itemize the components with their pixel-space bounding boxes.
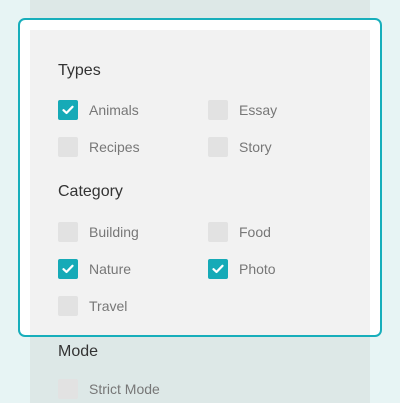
option-label: Food xyxy=(239,224,271,240)
option-travel[interactable]: Travel xyxy=(58,296,127,316)
option-label: Recipes xyxy=(89,139,140,155)
option-label: Animals xyxy=(89,102,139,118)
check-icon xyxy=(62,105,74,115)
option-label: Essay xyxy=(239,102,278,118)
option-label: Nature xyxy=(89,261,132,277)
nature-checkbox[interactable] xyxy=(58,259,78,279)
strict-mode-checkbox[interactable]: Strict Mode xyxy=(58,379,160,399)
option-essay[interactable]: Essay xyxy=(208,100,277,120)
option-animals[interactable]: Animals xyxy=(58,100,139,120)
check-icon xyxy=(62,264,74,274)
strict-mode-label: Strict Mode xyxy=(89,381,160,397)
option-food[interactable]: Food xyxy=(208,222,271,242)
building-checkbox[interactable] xyxy=(58,222,78,242)
option-label: Photo xyxy=(239,261,276,277)
check-icon xyxy=(212,264,224,274)
essay-checkbox[interactable] xyxy=(208,100,228,120)
types-heading: Types xyxy=(58,62,101,79)
category-heading: Category xyxy=(58,183,123,200)
recipes-checkbox[interactable] xyxy=(58,137,78,157)
option-recipes[interactable]: Recipes xyxy=(58,137,140,157)
food-checkbox[interactable] xyxy=(208,222,228,242)
option-building[interactable]: Building xyxy=(58,222,139,242)
option-label: Building xyxy=(89,224,139,240)
option-photo[interactable]: Photo xyxy=(208,259,276,279)
photo-checkbox[interactable] xyxy=(208,259,228,279)
filter-popup: Types Animals Essay Recipes Story Catego… xyxy=(18,18,382,337)
option-label: Travel xyxy=(89,298,128,314)
filter-popup-content: Types Animals Essay Recipes Story Catego… xyxy=(30,30,370,335)
option-story[interactable]: Story xyxy=(208,137,272,157)
mode-heading: Mode xyxy=(58,343,99,360)
strict-mode-box[interactable] xyxy=(58,379,78,399)
option-nature[interactable]: Nature xyxy=(58,259,131,279)
animals-checkbox[interactable] xyxy=(58,100,78,120)
option-label: Story xyxy=(239,139,272,155)
story-checkbox[interactable] xyxy=(208,137,228,157)
travel-checkbox[interactable] xyxy=(58,296,78,316)
